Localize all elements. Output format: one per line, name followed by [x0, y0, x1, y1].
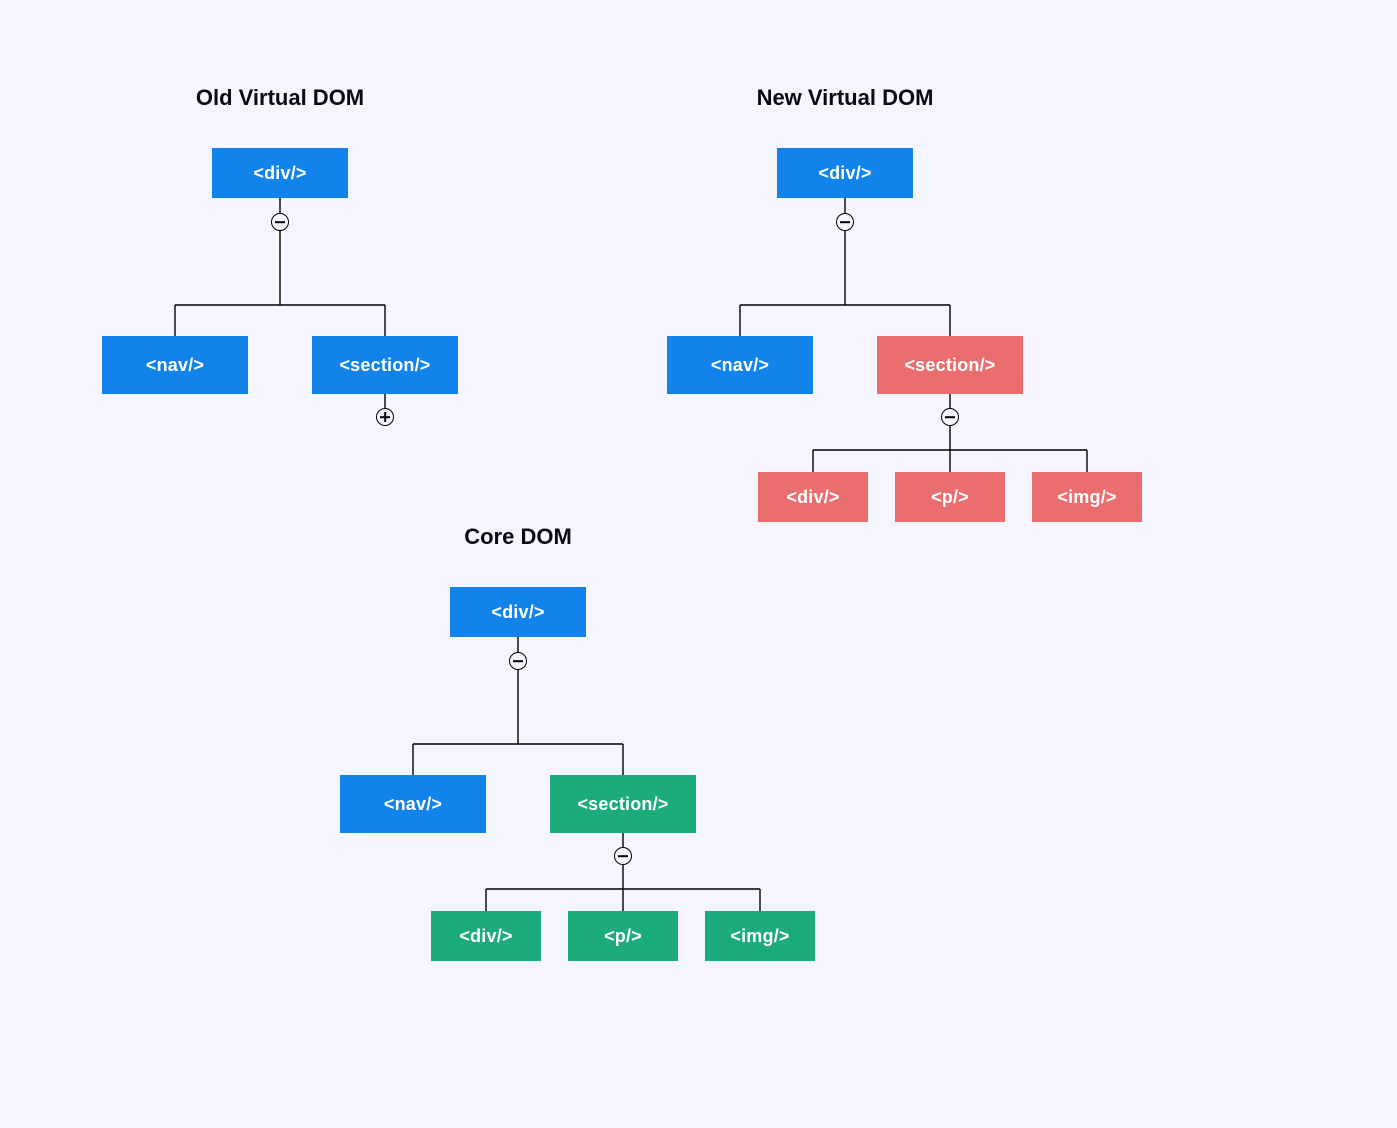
connector-lines — [0, 0, 1397, 1128]
old-root-node: <div/> — [212, 148, 348, 198]
diagram-canvas: Old Virtual DOM <div/> <nav/> <section/>… — [0, 0, 1397, 1128]
new-section-node: <section/> — [877, 336, 1023, 394]
collapse-icon[interactable] — [836, 213, 854, 231]
core-dom-title: Core DOM — [388, 524, 648, 550]
core-root-node: <div/> — [450, 587, 586, 637]
core-child-img-node: <img/> — [705, 911, 815, 961]
core-child-div-node: <div/> — [431, 911, 541, 961]
core-section-node: <section/> — [550, 775, 696, 833]
new-root-node: <div/> — [777, 148, 913, 198]
collapse-icon[interactable] — [941, 408, 959, 426]
core-nav-node: <nav/> — [340, 775, 486, 833]
new-nav-node: <nav/> — [667, 336, 813, 394]
core-child-p-node: <p/> — [568, 911, 678, 961]
new-child-div-node: <div/> — [758, 472, 868, 522]
collapse-icon[interactable] — [614, 847, 632, 865]
collapse-icon[interactable] — [509, 652, 527, 670]
new-vdom-title: New Virtual DOM — [715, 85, 975, 111]
old-section-node: <section/> — [312, 336, 458, 394]
new-child-p-node: <p/> — [895, 472, 1005, 522]
old-nav-node: <nav/> — [102, 336, 248, 394]
new-child-img-node: <img/> — [1032, 472, 1142, 522]
old-vdom-title: Old Virtual DOM — [150, 85, 410, 111]
expand-icon[interactable] — [376, 408, 394, 426]
collapse-icon[interactable] — [271, 213, 289, 231]
